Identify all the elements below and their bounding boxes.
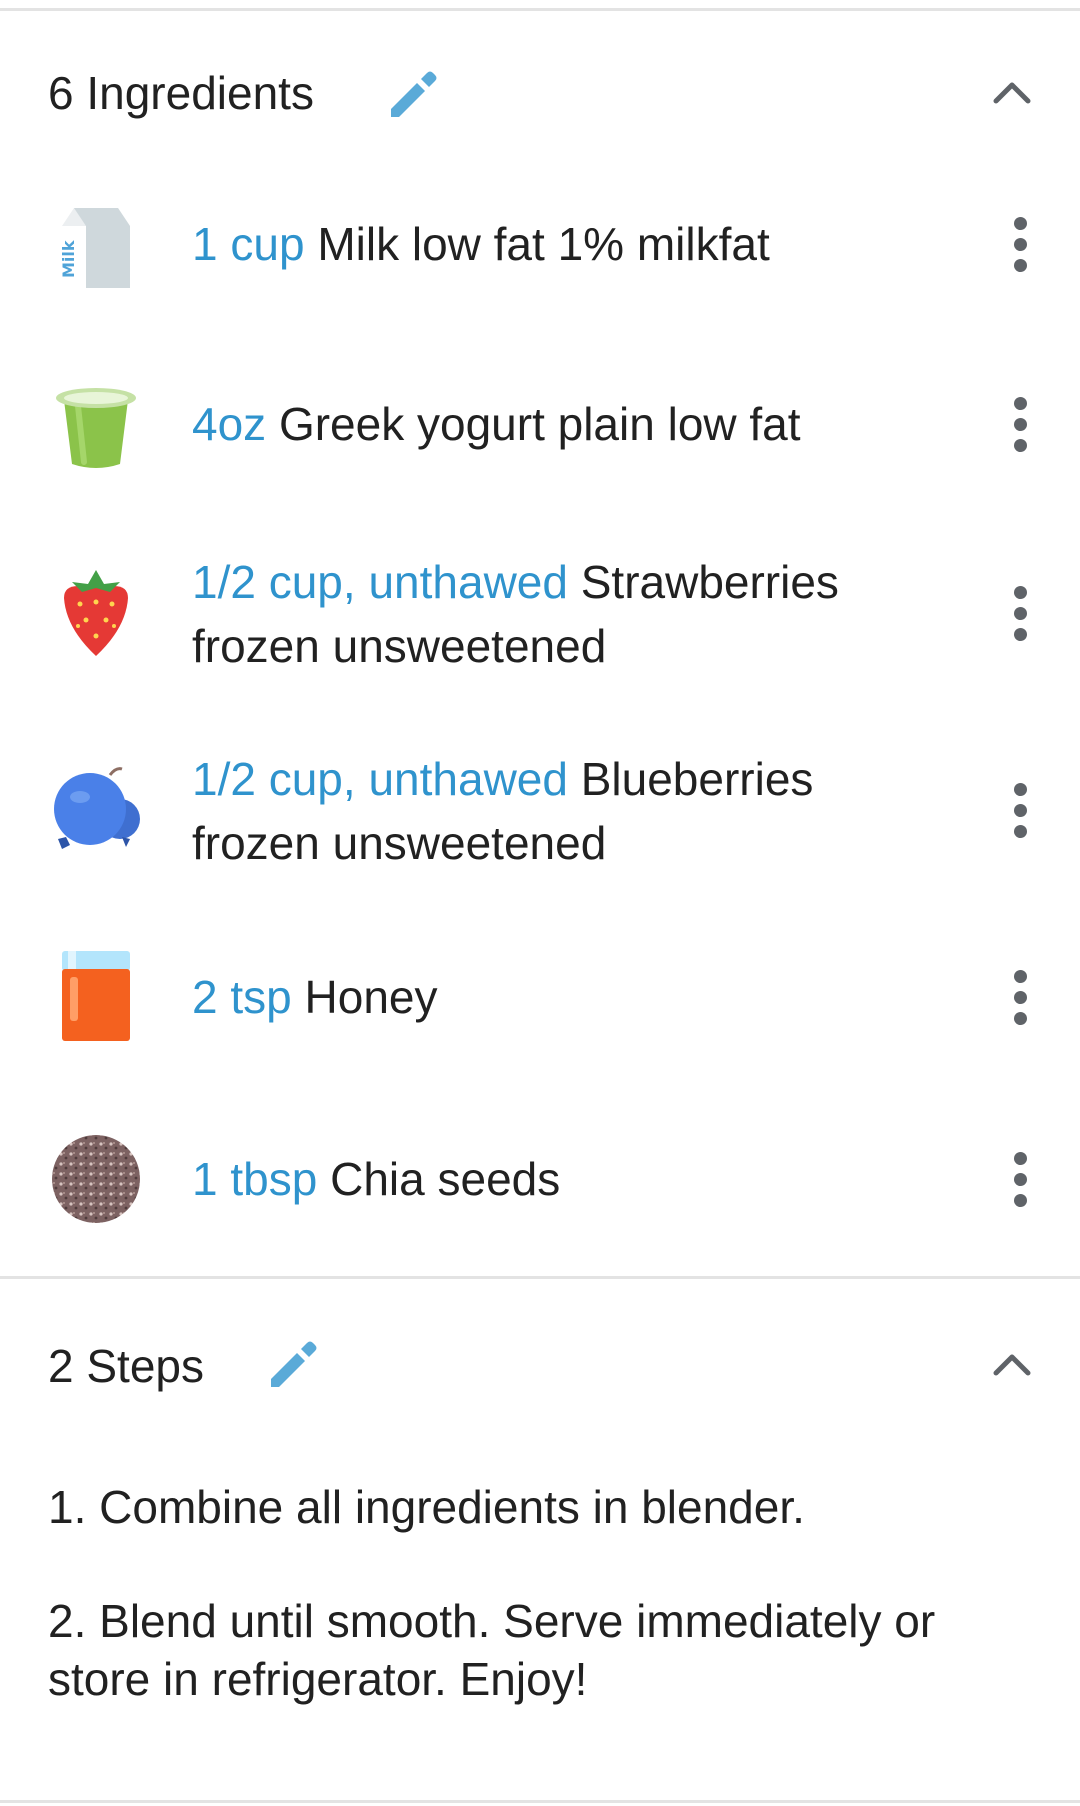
more-options-icon[interactable] (1000, 209, 1040, 281)
ingredient-text: 1 cup Milk low fat 1% milkfat (192, 212, 892, 276)
blueberries-icon (48, 763, 144, 859)
ingredient-row[interactable]: Milk 1 cup Milk low fat 1% milkfat (0, 190, 1080, 300)
ingredients-header: 6 Ingredients (0, 40, 1080, 150)
ingredient-quantity: 1 tbsp (192, 1153, 318, 1205)
ingredient-row[interactable]: 1/2 cup, unthawed Strawberries frozen un… (0, 550, 1080, 680)
collapse-steps-chevron-up-icon[interactable] (984, 1337, 1040, 1393)
ingredient-quantity: 2 tsp (192, 971, 292, 1023)
ingredient-row[interactable]: 4oz Greek yogurt plain low fat (0, 370, 1080, 480)
ingredient-text: 2 tsp Honey (192, 965, 892, 1029)
milk-carton-icon: Milk (48, 196, 144, 292)
chia-seeds-icon (48, 1131, 144, 1227)
ingredient-quantity: 1/2 cup, unthawed (192, 556, 568, 608)
top-divider (0, 8, 1080, 11)
more-options-icon[interactable] (1000, 389, 1040, 461)
ingredient-text: 1 tbsp Chia seeds (192, 1147, 892, 1211)
ingredients-title: 6 Ingredients (48, 67, 314, 119)
ingredient-quantity: 4oz (192, 398, 267, 450)
ingredient-quantity: 1 cup (192, 218, 305, 270)
section-divider (0, 1276, 1080, 1279)
steps-header: 2 Steps (0, 1310, 1080, 1420)
collapse-ingredients-chevron-up-icon[interactable] (984, 65, 1040, 121)
edit-steps-pencil-icon[interactable] (265, 1335, 323, 1393)
edit-ingredients-pencil-icon[interactable] (385, 65, 443, 123)
ingredient-text: 4oz Greek yogurt plain low fat (192, 392, 892, 456)
ingredient-text: 1/2 cup, unthawed Blueberries frozen uns… (192, 747, 892, 875)
yogurt-cup-icon (48, 376, 144, 472)
step-2: 2. Blend until smooth. Serve immediately… (48, 1595, 936, 1705)
more-options-icon[interactable] (1000, 1144, 1040, 1216)
ingredient-row[interactable]: 2 tsp Honey (0, 945, 1080, 1055)
ingredient-name: Greek yogurt plain low fat (278, 398, 801, 450)
ingredient-row[interactable]: 1 tbsp Chia seeds (0, 1125, 1080, 1235)
steps-title: 2 Steps (48, 1340, 204, 1392)
strawberry-icon (48, 564, 144, 660)
svg-text:Milk: Milk (59, 240, 78, 278)
more-options-icon[interactable] (1000, 775, 1040, 847)
ingredient-row[interactable]: 1/2 cup, unthawed Blueberries frozen uns… (0, 747, 1080, 877)
bottom-divider (0, 1800, 1080, 1803)
honey-jar-icon (48, 947, 144, 1043)
ingredient-text: 1/2 cup, unthawed Strawberries frozen un… (192, 550, 892, 678)
step-1: 1. Combine all ingredients in blender. (48, 1481, 805, 1533)
ingredient-name: Honey (304, 971, 438, 1023)
ingredient-name: Chia seeds (330, 1153, 561, 1205)
more-options-icon[interactable] (1000, 962, 1040, 1034)
more-options-icon[interactable] (1000, 578, 1040, 650)
ingredient-quantity: 1/2 cup, unthawed (192, 753, 568, 805)
ingredient-name: Milk low fat 1% milkfat (317, 218, 770, 270)
